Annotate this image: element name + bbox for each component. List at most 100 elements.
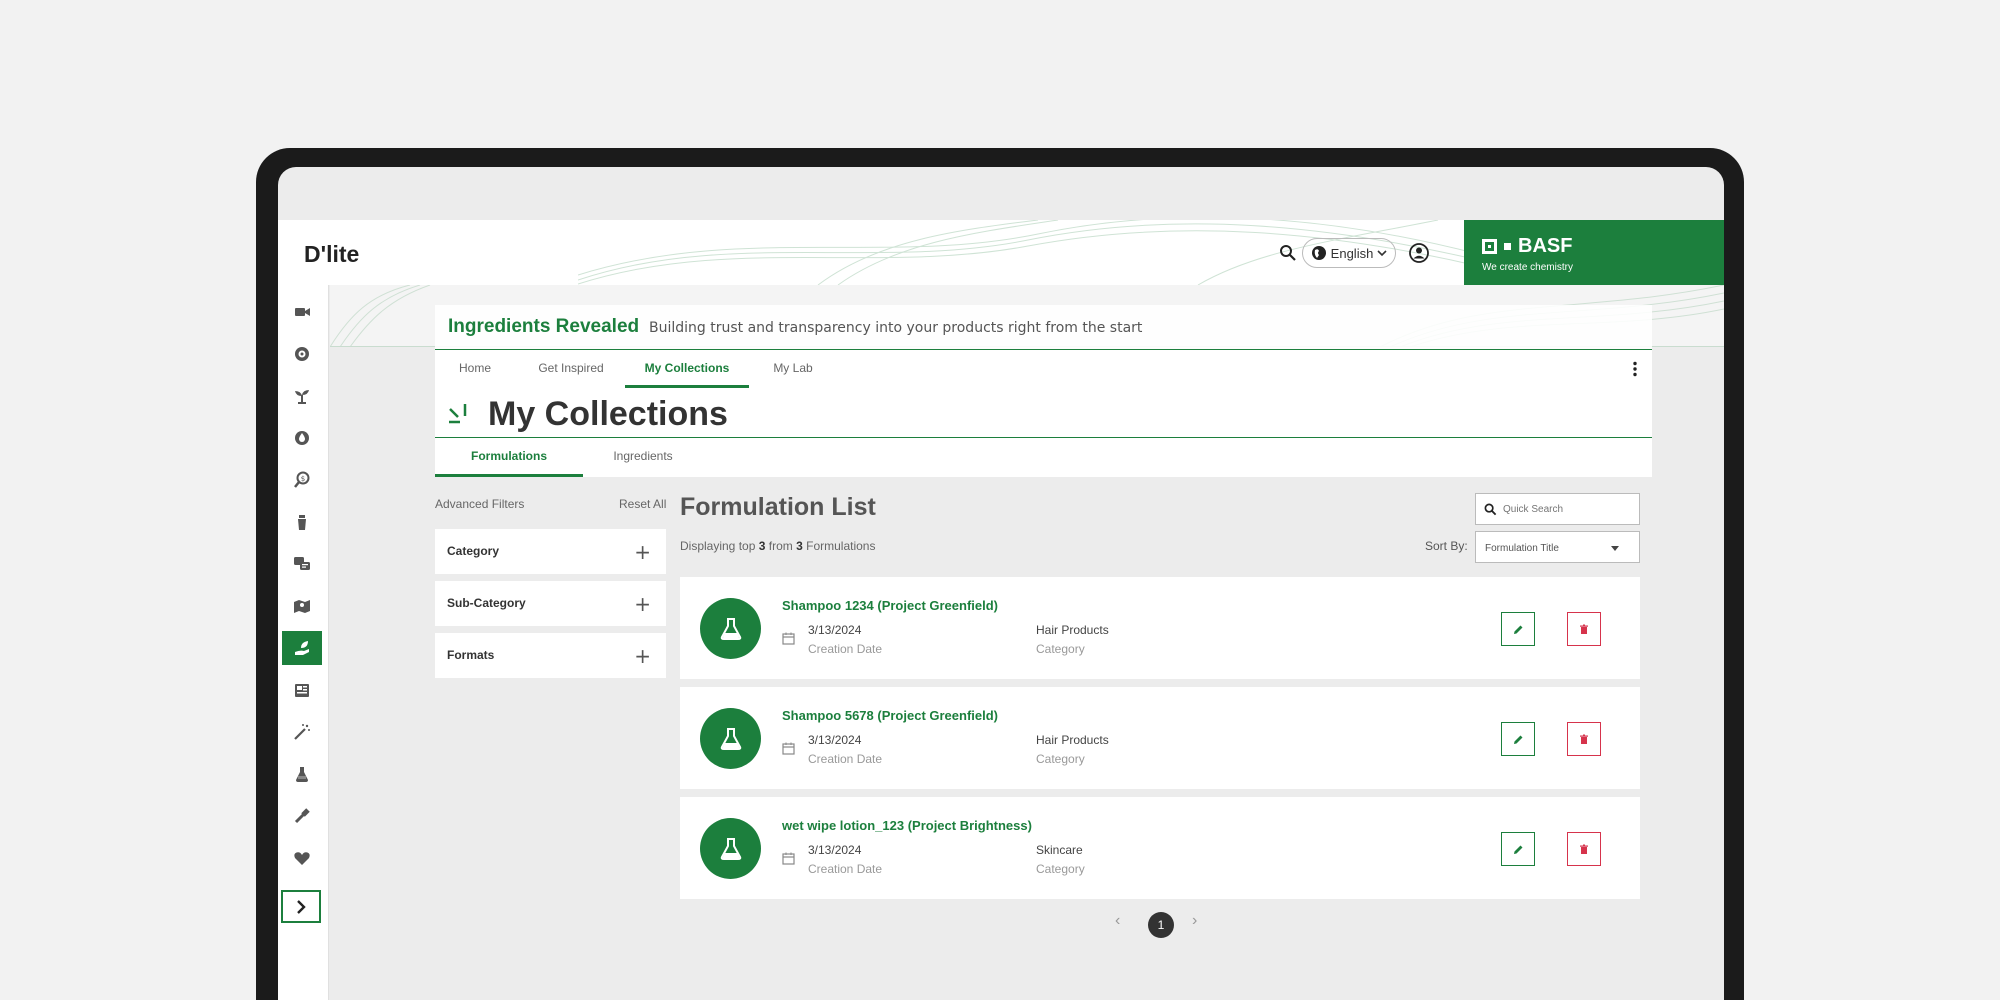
creation-date-value: 3/13/2024 <box>808 623 862 637</box>
tab-my-collections[interactable]: My Collections <box>625 350 749 388</box>
tab-ingredients[interactable]: Ingredients <box>595 438 691 477</box>
sidebar-item-drop[interactable] <box>282 421 322 455</box>
svg-text:$: $ <box>301 475 305 483</box>
calendar-icon <box>782 632 795 645</box>
category-label: Category <box>1036 642 1085 656</box>
sidebar-item-pipette[interactable] <box>282 799 322 833</box>
sidebar-item-sprout[interactable] <box>282 379 322 413</box>
search-icon <box>1484 503 1497 515</box>
map-icon <box>294 600 310 613</box>
delete-button[interactable] <box>1567 612 1601 646</box>
main-nav: Home Get Inspired My Collections My Lab <box>435 350 1652 388</box>
more-options-icon[interactable] <box>1632 361 1638 377</box>
calendar-icon <box>782 742 795 755</box>
trash-icon <box>1580 844 1588 854</box>
pencil-icon <box>1513 845 1522 854</box>
pipette-icon <box>294 808 310 824</box>
category-value: Hair Products <box>1036 733 1109 747</box>
expand-sidebar-button[interactable] <box>281 890 321 923</box>
banner: Ingredients Revealed Building trust and … <box>435 305 1652 350</box>
sidebar-item-bottle[interactable] <box>282 505 322 539</box>
sidebar-item-magic-wand[interactable] <box>282 715 322 749</box>
sidebar-item-newspaper[interactable] <box>282 673 322 707</box>
formulation-title[interactable]: wet wipe lotion_123 (Project Brightness) <box>782 818 1032 833</box>
delete-button[interactable] <box>1567 832 1601 866</box>
sort-label: Sort By: <box>1425 539 1468 553</box>
flask-icon <box>720 727 741 750</box>
edit-button[interactable] <box>1501 832 1535 866</box>
page-number-button[interactable]: 1 <box>1148 912 1174 938</box>
language-selector[interactable]: English <box>1302 238 1396 268</box>
sort-select[interactable]: Formulation Title <box>1475 531 1640 563</box>
formulation-card: Shampoo 1234 (Project Greenfield) 3/13/20… <box>680 577 1640 679</box>
filter-label: Category <box>447 544 500 558</box>
sidebar-item-hand-leaf[interactable] <box>282 631 322 665</box>
next-page-button[interactable]: › <box>1192 912 1197 930</box>
language-label: English <box>1330 245 1374 261</box>
brand-tagline: We create chemistry <box>1482 262 1573 273</box>
creation-date-value: 3/13/2024 <box>808 843 862 857</box>
prev-page-button[interactable]: ‹ <box>1115 912 1120 930</box>
creation-date-value: 3/13/2024 <box>808 733 862 747</box>
sprout-icon <box>295 390 309 404</box>
chevron-right-icon <box>297 899 306 914</box>
sidebar-item-video[interactable] <box>282 295 322 329</box>
plus-icon: + <box>634 540 651 564</box>
globe-icon <box>1311 246 1326 260</box>
delete-button[interactable] <box>1567 722 1601 756</box>
banner-title: Ingredients Revealed <box>448 316 640 337</box>
bottle-icon <box>298 515 306 530</box>
sub-tabs: Formulations Ingredients <box>435 438 1652 477</box>
tab-formulations[interactable]: Formulations <box>435 438 583 477</box>
flask-icon <box>720 617 741 640</box>
plus-icon: + <box>634 644 651 668</box>
category-label: Category <box>1036 752 1085 766</box>
pencil-icon <box>1513 625 1522 634</box>
reset-all-link[interactable]: Reset All <box>619 497 666 511</box>
formulation-title[interactable]: Shampoo 1234 (Project Greenfield) <box>782 598 998 613</box>
creation-date-label: Creation Date <box>808 642 883 656</box>
trash-icon <box>1580 624 1588 634</box>
drop-icon <box>295 431 309 445</box>
category-value: Hair Products <box>1036 623 1109 637</box>
page-title: My Collections <box>488 395 728 433</box>
sidebar-item-heart[interactable] <box>282 841 322 875</box>
search-icon[interactable] <box>1278 243 1298 263</box>
brand-square-mark <box>1482 239 1497 254</box>
formulation-avatar <box>700 598 761 659</box>
creation-date-label: Creation Date <box>808 752 883 766</box>
tab-get-inspired[interactable]: Get Inspired <box>527 350 615 388</box>
tab-home[interactable]: Home <box>435 350 515 388</box>
left-sidebar: $ <box>278 285 329 1000</box>
formulation-card: Shampoo 5678 (Project Greenfield) 3/13/20… <box>680 687 1640 789</box>
filter-sub-category[interactable]: Sub-Category + <box>435 581 666 626</box>
list-title: Formulation List <box>680 493 876 521</box>
user-profile-icon[interactable] <box>1408 242 1430 264</box>
trash-icon <box>1580 734 1588 744</box>
quick-search-input[interactable] <box>1503 503 1633 515</box>
sort-value: Formulation Title <box>1485 543 1559 554</box>
filter-category[interactable]: Category + <box>435 529 666 574</box>
formulation-title[interactable]: Shampoo 5678 (Project Greenfield) <box>782 708 998 723</box>
formulation-avatar <box>700 818 761 879</box>
quick-search-box[interactable] <box>1475 493 1640 525</box>
filter-formats[interactable]: Formats + <box>435 633 666 678</box>
formulation-card: wet wipe lotion_123 (Project Brightness)… <box>680 797 1640 899</box>
hand-leaf-icon <box>295 641 309 655</box>
formulation-avatar <box>700 708 761 769</box>
filter-label: Formats <box>447 648 495 662</box>
magic-wand-icon <box>294 724 310 740</box>
video-icon <box>295 308 310 316</box>
sidebar-item-chat[interactable] <box>282 547 322 581</box>
app-screen: D'lite English BASF We create chemistry … <box>278 167 1724 1000</box>
sidebar-item-flask[interactable] <box>282 757 322 791</box>
sidebar-item-target[interactable] <box>282 337 322 371</box>
tab-my-lab[interactable]: My Lab <box>761 350 825 388</box>
sidebar-item-map[interactable] <box>282 589 322 623</box>
target-icon <box>295 347 309 361</box>
filter-label: Sub-Category <box>447 596 526 610</box>
sidebar-item-search-dollar[interactable]: $ <box>282 463 322 497</box>
calendar-icon <box>782 852 795 865</box>
edit-button[interactable] <box>1501 612 1535 646</box>
edit-button[interactable] <box>1501 722 1535 756</box>
